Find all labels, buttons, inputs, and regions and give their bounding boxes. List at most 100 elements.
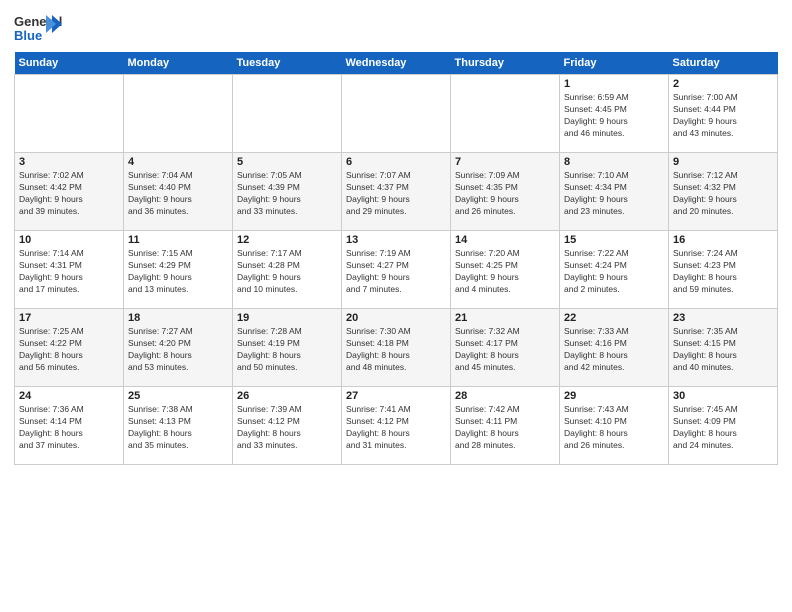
svg-text:Blue: Blue bbox=[14, 28, 42, 43]
day-info: Sunrise: 7:12 AM Sunset: 4:32 PM Dayligh… bbox=[673, 170, 773, 218]
calendar-cell: 4 Sunrise: 7:04 AM Sunset: 4:40 PM Daylig… bbox=[124, 153, 233, 231]
calendar-cell bbox=[342, 75, 451, 153]
day-info: Sunrise: 7:22 AM Sunset: 4:24 PM Dayligh… bbox=[564, 248, 664, 296]
calendar-cell: 2 Sunrise: 7:00 AM Sunset: 4:44 PM Daylig… bbox=[669, 75, 778, 153]
day-info: Sunrise: 7:17 AM Sunset: 4:28 PM Dayligh… bbox=[237, 248, 337, 296]
calendar-cell: 9 Sunrise: 7:12 AM Sunset: 4:32 PM Daylig… bbox=[669, 153, 778, 231]
day-info: Sunrise: 7:00 AM Sunset: 4:44 PM Dayligh… bbox=[673, 92, 773, 140]
day-number: 5 bbox=[237, 156, 337, 168]
calendar-cell: 3 Sunrise: 7:02 AM Sunset: 4:42 PM Daylig… bbox=[15, 153, 124, 231]
day-number: 4 bbox=[128, 156, 228, 168]
day-number: 30 bbox=[673, 390, 773, 402]
week-row-4: 17 Sunrise: 7:25 AM Sunset: 4:22 PM Dayli… bbox=[15, 309, 778, 387]
day-number: 12 bbox=[237, 234, 337, 246]
day-info: Sunrise: 7:41 AM Sunset: 4:12 PM Dayligh… bbox=[346, 404, 446, 452]
calendar-cell: 25Sunrise: 7:38 AM Sunset: 4:13 PM Dayli… bbox=[124, 387, 233, 465]
day-info: Sunrise: 7:32 AM Sunset: 4:17 PM Dayligh… bbox=[455, 326, 555, 374]
day-number: 9 bbox=[673, 156, 773, 168]
calendar-cell: 23 Sunrise: 7:35 AM Sunset: 4:15 PM Dayli… bbox=[669, 309, 778, 387]
day-number: 10 bbox=[19, 234, 119, 246]
calendar-cell: 24 Sunrise: 7:36 AM Sunset: 4:14 PM Dayli… bbox=[15, 387, 124, 465]
weekday-header-saturday: Saturday bbox=[669, 52, 778, 75]
day-number: 21 bbox=[455, 312, 555, 324]
day-info: Sunrise: 7:36 AM Sunset: 4:14 PM Dayligh… bbox=[19, 404, 119, 452]
day-number: 22 bbox=[564, 312, 664, 324]
day-info: Sunrise: 7:04 AM Sunset: 4:40 PM Dayligh… bbox=[128, 170, 228, 218]
day-info: Sunrise: 7:09 AM Sunset: 4:35 PM Dayligh… bbox=[455, 170, 555, 218]
logo: General Blue bbox=[14, 10, 62, 46]
week-row-5: 24 Sunrise: 7:36 AM Sunset: 4:14 PM Dayli… bbox=[15, 387, 778, 465]
calendar-cell: 20 Sunrise: 7:30 AM Sunset: 4:18 PM Dayli… bbox=[342, 309, 451, 387]
day-number: 29 bbox=[564, 390, 664, 402]
calendar-cell: 26Sunrise: 7:39 AM Sunset: 4:12 PM Dayli… bbox=[233, 387, 342, 465]
calendar-cell: 6 Sunrise: 7:07 AM Sunset: 4:37 PM Daylig… bbox=[342, 153, 451, 231]
calendar-cell: 22 Sunrise: 7:33 AM Sunset: 4:16 PM Dayli… bbox=[560, 309, 669, 387]
calendar-cell bbox=[233, 75, 342, 153]
day-info: Sunrise: 7:24 AM Sunset: 4:23 PM Dayligh… bbox=[673, 248, 773, 296]
calendar-cell bbox=[124, 75, 233, 153]
calendar-cell: 8Sunrise: 7:10 AM Sunset: 4:34 PM Daylig… bbox=[560, 153, 669, 231]
weekday-header-sunday: Sunday bbox=[15, 52, 124, 75]
calendar-cell: 12 Sunrise: 7:17 AM Sunset: 4:28 PM Dayli… bbox=[233, 231, 342, 309]
calendar-cell: 17 Sunrise: 7:25 AM Sunset: 4:22 PM Dayli… bbox=[15, 309, 124, 387]
calendar-cell: 14 Sunrise: 7:20 AM Sunset: 4:25 PM Dayli… bbox=[451, 231, 560, 309]
weekday-header-row: SundayMondayTuesdayWednesdayThursdayFrid… bbox=[15, 52, 778, 75]
header: General Blue bbox=[14, 10, 778, 46]
weekday-header-monday: Monday bbox=[124, 52, 233, 75]
week-row-3: 10 Sunrise: 7:14 AM Sunset: 4:31 PM Dayli… bbox=[15, 231, 778, 309]
weekday-header-thursday: Thursday bbox=[451, 52, 560, 75]
day-info: Sunrise: 7:19 AM Sunset: 4:27 PM Dayligh… bbox=[346, 248, 446, 296]
calendar-cell: 19Sunrise: 7:28 AM Sunset: 4:19 PM Dayli… bbox=[233, 309, 342, 387]
day-number: 16 bbox=[673, 234, 773, 246]
day-number: 13 bbox=[346, 234, 446, 246]
day-number: 15 bbox=[564, 234, 664, 246]
calendar-cell: 10 Sunrise: 7:14 AM Sunset: 4:31 PM Dayli… bbox=[15, 231, 124, 309]
day-number: 17 bbox=[19, 312, 119, 324]
day-info: Sunrise: 7:30 AM Sunset: 4:18 PM Dayligh… bbox=[346, 326, 446, 374]
calendar-cell: 18Sunrise: 7:27 AM Sunset: 4:20 PM Dayli… bbox=[124, 309, 233, 387]
week-row-1: 1 Sunrise: 6:59 AM Sunset: 4:45 PM Daylig… bbox=[15, 75, 778, 153]
day-number: 23 bbox=[673, 312, 773, 324]
day-number: 27 bbox=[346, 390, 446, 402]
calendar-cell: 13 Sunrise: 7:19 AM Sunset: 4:27 PM Dayli… bbox=[342, 231, 451, 309]
day-info: Sunrise: 7:33 AM Sunset: 4:16 PM Dayligh… bbox=[564, 326, 664, 374]
day-info: Sunrise: 7:27 AM Sunset: 4:20 PM Dayligh… bbox=[128, 326, 228, 374]
day-info: Sunrise: 7:14 AM Sunset: 4:31 PM Dayligh… bbox=[19, 248, 119, 296]
day-number: 26 bbox=[237, 390, 337, 402]
day-info: Sunrise: 7:45 AM Sunset: 4:09 PM Dayligh… bbox=[673, 404, 773, 452]
calendar-cell: 1 Sunrise: 6:59 AM Sunset: 4:45 PM Daylig… bbox=[560, 75, 669, 153]
day-info: Sunrise: 7:38 AM Sunset: 4:13 PM Dayligh… bbox=[128, 404, 228, 452]
calendar-cell: 16 Sunrise: 7:24 AM Sunset: 4:23 PM Dayli… bbox=[669, 231, 778, 309]
day-number: 1 bbox=[564, 78, 664, 90]
calendar-cell: 21 Sunrise: 7:32 AM Sunset: 4:17 PM Dayli… bbox=[451, 309, 560, 387]
day-info: Sunrise: 7:20 AM Sunset: 4:25 PM Dayligh… bbox=[455, 248, 555, 296]
calendar-cell: 28Sunrise: 7:42 AM Sunset: 4:11 PM Dayli… bbox=[451, 387, 560, 465]
week-row-2: 3 Sunrise: 7:02 AM Sunset: 4:42 PM Daylig… bbox=[15, 153, 778, 231]
day-info: Sunrise: 7:15 AM Sunset: 4:29 PM Dayligh… bbox=[128, 248, 228, 296]
day-number: 24 bbox=[19, 390, 119, 402]
day-number: 11 bbox=[128, 234, 228, 246]
day-number: 3 bbox=[19, 156, 119, 168]
day-info: Sunrise: 6:59 AM Sunset: 4:45 PM Dayligh… bbox=[564, 92, 664, 140]
day-info: Sunrise: 7:35 AM Sunset: 4:15 PM Dayligh… bbox=[673, 326, 773, 374]
day-info: Sunrise: 7:10 AM Sunset: 4:34 PM Dayligh… bbox=[564, 170, 664, 218]
day-info: Sunrise: 7:05 AM Sunset: 4:39 PM Dayligh… bbox=[237, 170, 337, 218]
calendar-cell: 15 Sunrise: 7:22 AM Sunset: 4:24 PM Dayli… bbox=[560, 231, 669, 309]
weekday-header-tuesday: Tuesday bbox=[233, 52, 342, 75]
calendar-cell: 7Sunrise: 7:09 AM Sunset: 4:35 PM Daylig… bbox=[451, 153, 560, 231]
day-info: Sunrise: 7:25 AM Sunset: 4:22 PM Dayligh… bbox=[19, 326, 119, 374]
calendar-cell: 29Sunrise: 7:43 AM Sunset: 4:10 PM Dayli… bbox=[560, 387, 669, 465]
day-number: 20 bbox=[346, 312, 446, 324]
calendar-cell: 30 Sunrise: 7:45 AM Sunset: 4:09 PM Dayli… bbox=[669, 387, 778, 465]
day-info: Sunrise: 7:02 AM Sunset: 4:42 PM Dayligh… bbox=[19, 170, 119, 218]
calendar-cell bbox=[15, 75, 124, 153]
calendar-cell: 11 Sunrise: 7:15 AM Sunset: 4:29 PM Dayli… bbox=[124, 231, 233, 309]
page: General Blue SundayMondayTuesdayWednesda… bbox=[0, 0, 792, 612]
day-info: Sunrise: 7:07 AM Sunset: 4:37 PM Dayligh… bbox=[346, 170, 446, 218]
day-number: 14 bbox=[455, 234, 555, 246]
day-number: 2 bbox=[673, 78, 773, 90]
calendar-cell: 5 Sunrise: 7:05 AM Sunset: 4:39 PM Daylig… bbox=[233, 153, 342, 231]
calendar-cell: 27 Sunrise: 7:41 AM Sunset: 4:12 PM Dayli… bbox=[342, 387, 451, 465]
day-number: 6 bbox=[346, 156, 446, 168]
day-info: Sunrise: 7:28 AM Sunset: 4:19 PM Dayligh… bbox=[237, 326, 337, 374]
